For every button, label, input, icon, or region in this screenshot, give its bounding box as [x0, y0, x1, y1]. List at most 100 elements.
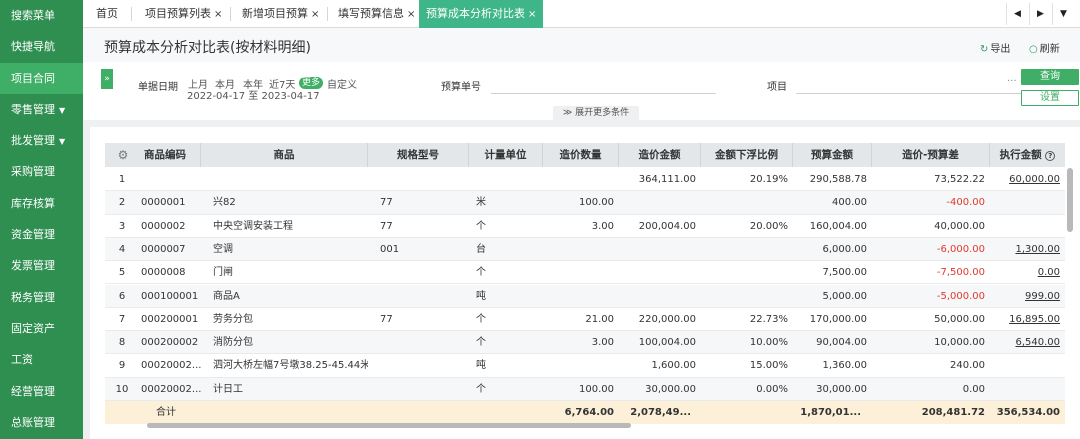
col-header-code[interactable]: 商品编码 [141, 143, 201, 167]
gear-icon[interactable]: ⚙ [105, 143, 141, 167]
table-row[interactable]: 1 364,111.00 20.19% 290,588.78 73,522.22 60,0… [105, 168, 1065, 192]
col-header-exec-label: 执行金额 [999, 149, 1042, 161]
cell-unit: 米 [476, 197, 486, 209]
sidebar-item[interactable]: 采购管理 [0, 156, 83, 187]
tab-more-icon[interactable]: ▼ [1052, 3, 1074, 25]
tab-budget-list[interactable]: 项目预算列表 × [145, 0, 222, 28]
tab-next-icon[interactable]: ▶ [1029, 3, 1051, 25]
table-row[interactable]: 3 0000002 中央空调安装工程 77 个 3.00 200,004.00 20.00% 1… [105, 215, 1065, 238]
sidebar-item[interactable]: 快捷导航 [0, 31, 83, 62]
table-row[interactable]: 5 0000008 门闸 个 7,500.00 -7,500.00 0.00 [105, 261, 1065, 285]
sidebar-item[interactable]: 经营管理 [0, 376, 83, 407]
close-icon[interactable]: × [214, 9, 222, 20]
cell-diff: 40,000.00 [934, 220, 985, 232]
sidebar-item-label: 经营管理 [11, 384, 55, 398]
table-row[interactable]: 7 000200001 劳务分包 77 个 21.00 220,000.00 22.73% 17… [105, 308, 1065, 332]
sidebar-item-label: 固定资产 [11, 321, 55, 335]
cell-unit: 台 [476, 243, 486, 255]
project-picker-icon[interactable]: ··· [1007, 76, 1017, 87]
cell-ratio: 15.00% [749, 360, 788, 372]
cell-exec[interactable]: 999.00 [990, 285, 1060, 308]
cell-exec[interactable]: 0.00 [990, 261, 1060, 284]
close-icon[interactable]: × [311, 9, 319, 20]
date-label: 单据日期 [138, 82, 178, 93]
cell-diff: 10,000.00 [934, 337, 985, 349]
cell-no: 7 [118, 313, 126, 325]
cell-name: 兴82 [213, 197, 236, 209]
cell-ratio: 10.00% [749, 337, 788, 349]
cell-no: 3 [118, 220, 126, 232]
col-header-diff[interactable]: 造价-预算差 [872, 143, 990, 167]
cell-name: 泗河大桥左幅7号墩38.25-45.44米钢 [213, 360, 368, 372]
cell-code: 0000008 [141, 267, 186, 279]
query-button[interactable]: 查询 [1021, 69, 1079, 85]
cell-exec[interactable]: 6,540.00 [990, 331, 1060, 354]
cell-exec[interactable]: 16,895.00 [990, 308, 1060, 331]
expand-conditions-button[interactable]: ≫ 展开更多条件 [553, 106, 639, 120]
budget-no-input[interactable] [491, 76, 716, 94]
help-icon[interactable]: ? [1045, 151, 1056, 161]
cell-unit: 吨 [476, 290, 486, 302]
sidebar-item[interactable]: 资金管理 [0, 219, 83, 250]
tab-new-budget[interactable]: 新增项目预算 × [242, 0, 319, 28]
table-row[interactable]: 9 00020002... 泗河大桥左幅7号墩38.25-45.44米钢 吨 1,600… [105, 354, 1065, 378]
sidebar-item-label: 总账管理 [11, 415, 55, 429]
refresh-button[interactable]: ○ 刷新 [1029, 40, 1060, 55]
sidebar-item[interactable]: 固定资产 [0, 313, 83, 344]
cell-exec[interactable]: 60,000.00 [990, 168, 1060, 191]
tab-prev-icon[interactable]: ◀ [1006, 3, 1028, 25]
project-input[interactable] [796, 76, 1021, 94]
table-row[interactable]: 2 0000001 兴82 77 米 100.00 400.00 -400.00 [105, 191, 1065, 215]
sidebar-item[interactable]: 库存核算 [0, 188, 83, 219]
table-row[interactable]: 8 000200002 消防分包 个 3.00 100,004.00 10.00% 90,00… [105, 331, 1065, 355]
export-button[interactable]: ↻ 导出 [980, 40, 1010, 55]
col-header-spec[interactable]: 规格型号 [368, 143, 469, 167]
close-icon[interactable]: × [407, 9, 415, 20]
filter-toggle-icon[interactable]: » [101, 69, 113, 89]
date-range-value[interactable]: 2022-04-17 至 2023-04-17 [187, 87, 320, 102]
cell-name: 劳务分包 [213, 313, 253, 325]
sidebar-item[interactable]: 批发管理 ▼ [0, 125, 83, 156]
vertical-scrollbar[interactable] [1067, 168, 1073, 232]
tab-fill-budget[interactable]: 填写预算信息 × [338, 0, 415, 28]
cell-diff: -5,000.00 [936, 290, 985, 302]
sidebar-item[interactable]: 搜索菜单 [0, 0, 83, 31]
sidebar-item[interactable]: 工资 [0, 344, 83, 375]
col-header-ratio[interactable]: 金额下浮比例 [701, 143, 793, 167]
sidebar-item-label: 搜索菜单 [11, 9, 55, 22]
sidebar-item[interactable]: 总账管理 [0, 407, 83, 438]
cell-name: 中央空调安装工程 [213, 220, 293, 232]
col-header-qty[interactable]: 造价数量 [543, 143, 619, 167]
cell-budget: 6,000.00 [822, 243, 867, 255]
col-header-unit[interactable]: 计量单位 [469, 143, 543, 167]
col-header-product[interactable]: 商品 [201, 143, 368, 167]
table-row[interactable]: 6 000100001 商品A 吨 5,000.00 -5,000.00 999.00 [105, 284, 1065, 308]
sidebar-item[interactable]: 零售管理 ▼ [0, 94, 83, 125]
col-header-amount[interactable]: 造价金额 [619, 143, 701, 167]
cell-diff: 0.00 [962, 383, 985, 395]
horizontal-scrollbar[interactable] [147, 423, 631, 428]
tab-divider [131, 7, 132, 21]
cell-unit: 个 [476, 267, 486, 279]
tab-cost-analysis[interactable]: 预算成本分析对比表 × [419, 0, 544, 28]
cell-no: 2 [118, 197, 126, 209]
table-row[interactable]: 10 00020002... 计日工 个 100.00 30,000.00 0.00% 30,… [105, 377, 1065, 401]
cell-exec[interactable]: 1,300.00 [990, 238, 1060, 261]
quick-date-custom[interactable]: 自定义 [327, 76, 357, 91]
cell-no: 6 [118, 290, 126, 302]
table-row[interactable]: 4 0000007 空调 001 台 6,000.00 -6,000.00 1,300.00 [105, 237, 1065, 262]
settings-button[interactable]: 设置 [1021, 90, 1079, 106]
tab-home[interactable]: 首页 [96, 0, 118, 28]
sidebar-item-label: 税务管理 [11, 290, 55, 304]
sidebar-item[interactable]: 发票管理 [0, 250, 83, 281]
col-header-exec[interactable]: 执行金额 ? [990, 143, 1065, 167]
cell-diff: 73,522.22 [934, 174, 985, 185]
cell-qty: 100.00 [579, 197, 614, 209]
table-header: ⚙ 商品编码 商品 规格型号 计量单位 造价数量 造价金额 金额下浮比例 预算金… [105, 143, 1065, 167]
cell-qty: 21.00 [585, 313, 614, 325]
col-header-budget[interactable]: 预算金额 [793, 143, 872, 167]
close-icon[interactable]: × [528, 9, 536, 20]
sidebar-item[interactable]: 税务管理 [0, 282, 83, 313]
cell-name: 门闸 [213, 267, 233, 279]
sidebar-item[interactable]: 项目合同 [0, 62, 83, 94]
